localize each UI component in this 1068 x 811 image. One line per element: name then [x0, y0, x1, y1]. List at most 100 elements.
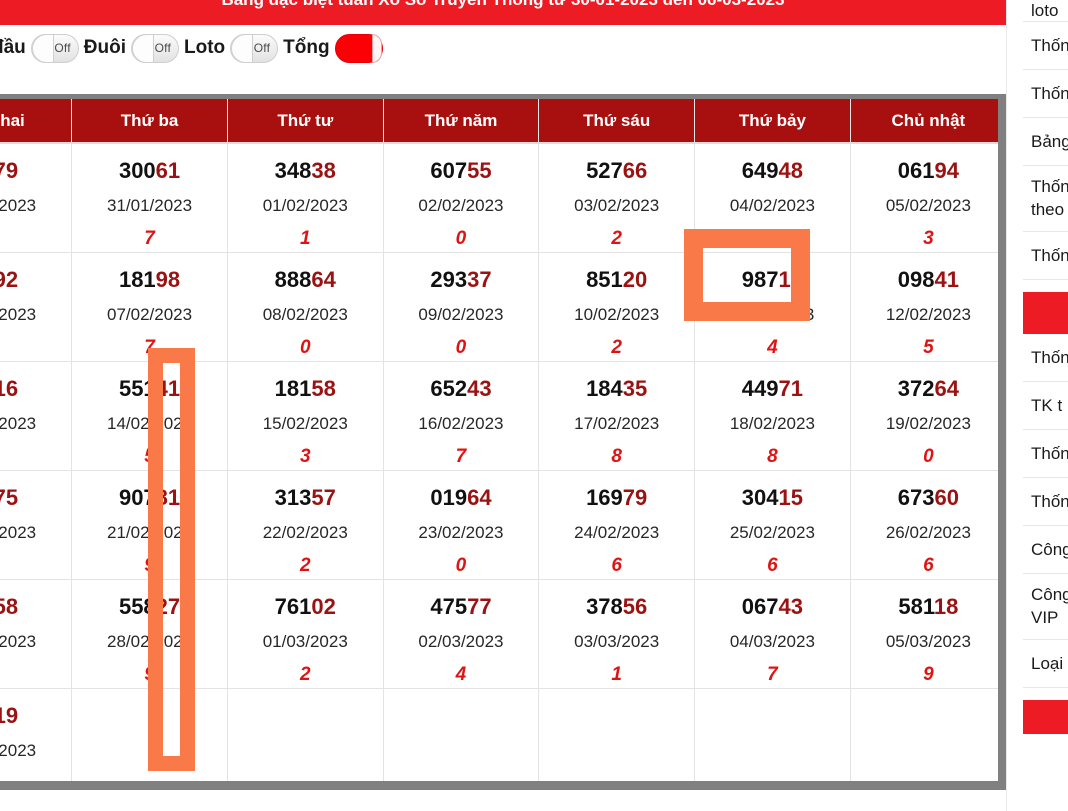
- table-cell[interactable]: 6179 30/01/2023 6: [0, 143, 73, 253]
- table-cell[interactable]: [71, 688, 228, 781]
- table-cell[interactable]: 34838 01/02/2023 1: [227, 143, 384, 253]
- table-cell[interactable]: 90781 21/02/2023 9: [71, 470, 228, 580]
- table-cell[interactable]: [538, 688, 696, 781]
- toggle-switch-0[interactable]: Off: [30, 33, 79, 63]
- table-cell[interactable]: 06743 04/03/2023 7: [694, 579, 851, 689]
- table-cell[interactable]: 64948 04/02/2023 2: [694, 143, 851, 253]
- table-cell[interactable]: 01964 23/02/2023 0: [383, 470, 540, 580]
- table-cell[interactable]: 37856 03/03/2023 1: [538, 579, 696, 689]
- result-date: 26/02/2023: [885, 523, 971, 542]
- table-col-header-2: Thứ tư: [227, 99, 384, 144]
- result-date: 14/02/2023: [107, 414, 193, 433]
- result-date: 15/02/2023: [262, 414, 348, 433]
- table-cell[interactable]: 98713 11/02/2023 4: [694, 252, 851, 362]
- result-date: 30/01/2023: [0, 196, 37, 215]
- result-number: 58118: [851, 596, 998, 618]
- result-date: 22/02/2023: [262, 523, 348, 542]
- sidebar-item-top-0[interactable]: loto: [1023, 0, 1068, 22]
- table-cell[interactable]: [850, 688, 998, 781]
- sidebar-item-top-4[interactable]: Thống theo: [1023, 166, 1068, 232]
- table-cell[interactable]: 18198 07/02/2023 7: [71, 252, 228, 362]
- table-cell[interactable]: 76102 01/03/2023 2: [227, 579, 384, 689]
- table-cell[interactable]: 55141 14/02/2023 5: [71, 361, 228, 471]
- table-cell[interactable]: 18435 17/02/2023 8: [538, 361, 696, 471]
- sidebar-item-bottom-3[interactable]: Thống: [1023, 478, 1068, 526]
- result-number: 90781: [72, 487, 227, 509]
- table-cell[interactable]: [694, 688, 851, 781]
- sidebar-section-header[interactable]: [1023, 292, 1068, 334]
- page-title-banner: Bảng đặc biệt tuần Xổ Số Truyền Thống từ…: [0, 0, 1006, 25]
- toggle-label-1: Đuôi: [83, 37, 126, 58]
- sidebar-item-bottom-5[interactable]: Công VIP: [1023, 574, 1068, 640]
- table-cell[interactable]: 2775 20/02/2023 2: [0, 470, 73, 580]
- result-sum: 9: [144, 555, 155, 576]
- result-number: 31357: [228, 487, 383, 509]
- table-cell[interactable]: 29337 09/02/2023 0: [383, 252, 540, 362]
- sidebar-item-label: Công: [1031, 584, 1068, 604]
- result-number: 09841: [851, 269, 998, 291]
- result-number-tail: 61: [155, 158, 181, 183]
- table-cell[interactable]: 1916 13/02/2023 7: [0, 361, 73, 471]
- table-cell[interactable]: 58118 05/03/2023 9: [850, 579, 998, 689]
- table-cell[interactable]: 31357 22/02/2023 2: [227, 470, 384, 580]
- result-sum: 0: [455, 555, 467, 576]
- result-number-head: 761: [274, 594, 312, 619]
- result-number-tail: 98: [155, 267, 181, 292]
- sidebar-item-top-1[interactable]: Thống: [1023, 22, 1068, 70]
- table-cell[interactable]: 30061 31/01/2023 7: [71, 143, 228, 253]
- sidebar-item-bottom-0[interactable]: Thống: [1023, 334, 1068, 382]
- table-cell[interactable]: 67360 26/02/2023 6: [850, 470, 998, 580]
- result-number-head: 607: [430, 158, 468, 183]
- table-cell[interactable]: 85120 10/02/2023 2: [538, 252, 696, 362]
- result-number-tail: 20: [622, 267, 648, 292]
- table-cell[interactable]: [227, 688, 384, 781]
- table-cell[interactable]: 60755 02/02/2023 0: [383, 143, 540, 253]
- result-sum: 1: [611, 664, 622, 685]
- result-date: 03/02/2023: [574, 196, 660, 215]
- sidebar-section-header-2[interactable]: [1023, 700, 1068, 734]
- sidebar-item-bottom-2[interactable]: Thống: [1023, 430, 1068, 478]
- result-sum: 1: [299, 228, 311, 249]
- sidebar-item-label: Thống: [1031, 491, 1068, 511]
- result-date: 18/02/2023: [729, 414, 815, 433]
- result-number: 2775: [0, 487, 71, 509]
- result-date: 02/02/2023: [418, 196, 504, 215]
- result-number-head: 181: [118, 267, 156, 292]
- result-sum: 4: [455, 664, 467, 685]
- sidebar-item-bottom-6[interactable]: Loại: [1023, 640, 1068, 688]
- table-cell[interactable]: 47577 02/03/2023 4: [383, 579, 540, 689]
- sidebar-item-top-5[interactable]: Thống: [1023, 232, 1068, 280]
- table-cell[interactable]: 9919 06/03/2023 0: [0, 688, 73, 781]
- table-cell[interactable]: [383, 688, 540, 781]
- result-sum: 9: [923, 664, 934, 685]
- toggle-switch-1[interactable]: Off: [131, 33, 179, 63]
- toggle-switch-3[interactable]: [334, 33, 383, 63]
- table-cell[interactable]: 06194 05/02/2023 3: [850, 143, 998, 253]
- table-cell[interactable]: 55827 28/02/2023 9: [71, 579, 228, 689]
- sidebar-item-top-2[interactable]: Thống: [1023, 70, 1068, 118]
- table-cell[interactable]: 52766 03/02/2023 2: [538, 143, 696, 253]
- table-cell[interactable]: 3758 27/02/2023 3: [0, 579, 73, 689]
- result-number-tail: 38: [311, 158, 336, 183]
- table-cell[interactable]: 09841 12/02/2023 5: [850, 252, 998, 362]
- table-cell[interactable]: 65243 16/02/2023 7: [383, 361, 540, 471]
- result-sum: 7: [767, 664, 778, 685]
- result-number: 52766: [539, 160, 694, 182]
- sidebar-item-label: Thống: [1031, 35, 1068, 55]
- results-table-scroll-container[interactable]: Thứ haiThứ baThứ tưThứ nămThứ sáuThứ bảy…: [0, 94, 1006, 790]
- sidebar-item-top-3[interactable]: Bảng: [1023, 118, 1068, 166]
- toggle-switch-2[interactable]: Off: [230, 33, 279, 63]
- table-cell[interactable]: 18158 15/02/2023 3: [227, 361, 384, 471]
- table-cell[interactable]: 88864 08/02/2023 0: [227, 252, 384, 362]
- sidebar-item-bottom-4[interactable]: Công: [1023, 526, 1068, 574]
- sidebar-divider: [1023, 280, 1068, 292]
- table-cell[interactable]: 44971 18/02/2023 8: [694, 361, 851, 471]
- table-cell[interactable]: 16979 24/02/2023 6: [538, 470, 696, 580]
- sidebar-item-bottom-1[interactable]: TK t: [1023, 382, 1068, 430]
- result-number-head: 293: [430, 267, 468, 292]
- toggle-knob-3: [371, 33, 382, 63]
- result-sum: 9: [144, 664, 155, 685]
- table-cell[interactable]: 37264 19/02/2023 0: [850, 361, 998, 471]
- table-cell[interactable]: 30415 25/02/2023 6: [694, 470, 851, 580]
- table-cell[interactable]: 5492 06/02/2023 1: [0, 252, 73, 362]
